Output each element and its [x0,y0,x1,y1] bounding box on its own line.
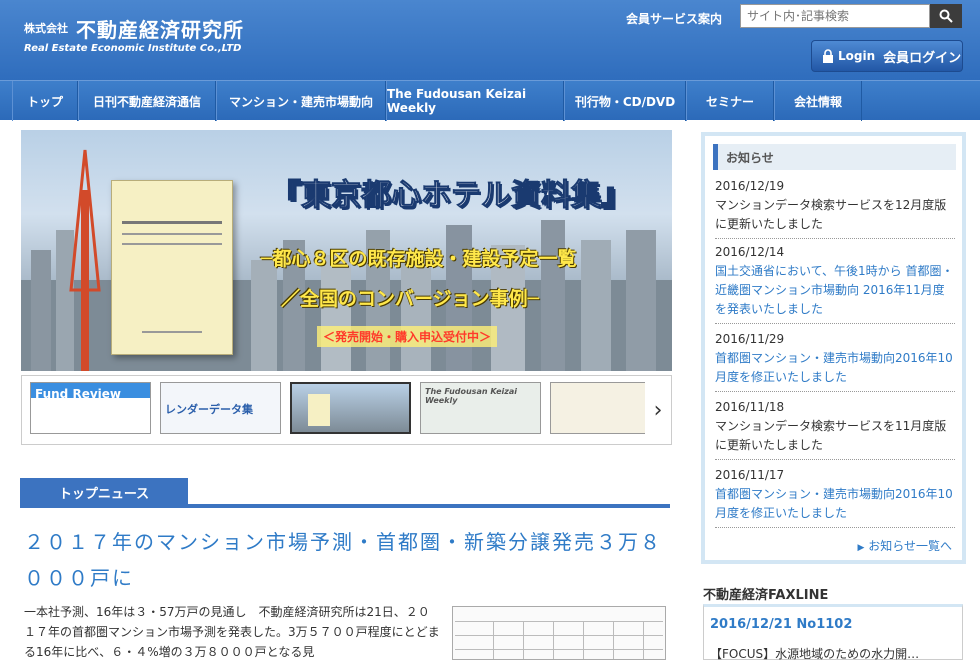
notice-text: マンションデータ検索サービスを12月度版に更新いたしました [715,198,947,231]
lock-icon [823,49,833,63]
hero-banner[interactable]: 『東京都心ホテル資料集』 ─都心８区の既存施設・建設予定一覧 ／全国のコンバージ… [21,130,672,371]
notice-link[interactable]: 首都圏マンション・建売市場動向2016年10月度を修正いたしました [715,485,955,523]
news-body: 一本社予測、16年は３・57万戸の見通し 不動産経済研究所は21日、２０１７年の… [24,605,440,659]
thumb-label: The Fudousan Keizai Weekly [425,387,518,405]
triangle-right-icon: ▶ [857,543,865,553]
notice-date: 2016/12/19 [715,179,785,193]
login-jp-label: 会員ログイン [883,50,962,66]
search-icon [939,9,953,23]
thumb-fund-review[interactable]: Fund Review [30,382,151,434]
banner-subtitle-2: ／全国のコンバージョン事例─ [281,288,540,310]
member-service-link[interactable]: 会員サービス案内 [626,10,722,27]
notice-link[interactable]: 首都圏マンション・建売市場動向2016年10月度を修正いたしました [715,349,955,387]
notice-date: 2016/12/14 [715,245,785,259]
notice-item[interactable]: 2016/11/29 首都圏マンション・建売市場動向2016年10月度を修正いた… [715,329,955,392]
nav-company-info[interactable]: 会社情報 [774,81,862,121]
thumb-lender-data[interactable]: レンダーデータ集 [160,382,281,434]
notice-panel: お知らせ 2016/12/19 マンションデータ検索サービスを12月度版に更新い… [701,132,966,564]
notice-item[interactable]: 2016/11/18 マンションデータ検索サービスを11月度版に更新いたしました [715,397,955,460]
top-news-divider [20,504,670,508]
book-cover-image [111,180,233,355]
nav-publications[interactable]: 刊行物・CD/DVD [564,81,686,121]
faxline-item[interactable]: 【FOCUS】水源地域のための水力開… [710,645,919,662]
thumb-weekly[interactable]: The Fudousan Keizai Weekly [420,382,541,434]
banner-sale-tag: ＜発売開始・購入申込受付中＞ [317,326,498,347]
thumb-label: レンダーデータ集 [165,403,253,416]
news-table-image [452,606,666,660]
faxline-title: 不動産経済FAXLINE [703,588,829,603]
banner-thumbnail-strip: Fund Review レンダーデータ集 The Fudousan Keizai… [21,375,672,445]
news-headline[interactable]: ２０１７年のマンション市場予測・首都圏・新築分譲発売３万８０００戸に [24,524,670,596]
chevron-right-icon[interactable]: › [645,376,671,444]
notice-text: マンションデータ検索サービスを11月度版に更新いたしました [715,419,947,452]
search-button[interactable] [930,4,962,28]
notice-heading: お知らせ [713,144,956,170]
notice-date: 2016/11/17 [715,468,785,482]
thumb-label: Fund Review [35,387,121,401]
banner-subtitle-1: ─都心８区の既存施設・建設予定一覧 [261,248,577,270]
logo-english-name: Real Estate Economic Institute Co.,LTD [24,43,242,54]
nav-top[interactable]: トップ [12,81,78,121]
notice-item[interactable]: 2016/11/17 首都圏マンション・建売市場動向2016年10月度を修正いた… [715,465,955,528]
main-nav: トップ 日刊不動産経済通信 マンション・建売市場動向 The Fudousan … [0,80,980,121]
top-news-tab[interactable]: トップニュース [20,478,188,506]
notice-more-label: お知らせ一覧へ [868,539,952,553]
search-input[interactable] [740,4,930,28]
notice-date: 2016/11/29 [715,332,785,346]
notice-item[interactable]: 2016/12/19 マンションデータ検索サービスを12月度版に更新いたしました [715,176,955,239]
faxline-box: 2016/12/21 No1102 【FOCUS】水源地域のための水力開… [703,604,963,662]
thumb-hotel-data[interactable] [290,382,411,434]
nav-market-trends[interactable]: マンション・建売市場動向 [216,81,386,121]
banner-title: 『東京都心ホテル資料集』 [271,178,632,214]
nav-weekly[interactable]: The Fudousan Keizai Weekly [386,81,564,121]
login-label: Login [838,49,876,63]
logo-company-name[interactable]: 不動産経済研究所 [76,14,244,43]
notice-link[interactable]: 国土交通省において、午後1時から 首都圏・近畿圏マンション市場動向 2016年1… [715,262,955,319]
login-button[interactable]: Login 会員ログイン [811,40,963,72]
notice-date: 2016/11/18 [715,400,785,414]
notice-item[interactable]: 2016/12/14 国土交通省において、午後1時から 首都圏・近畿圏マンション… [715,242,955,324]
logo-company-type: 株式会社 [24,22,68,35]
site-header: 株式会社 不動産経済研究所 Real Estate Economic Insti… [0,0,980,80]
nav-daily-news[interactable]: 日刊不動産経済通信 [78,81,216,121]
nav-seminar[interactable]: セミナー [686,81,774,121]
faxline-date[interactable]: 2016/12/21 No1102 [710,617,852,632]
notice-more-link[interactable]: ▶ お知らせ一覧へ [857,537,952,554]
